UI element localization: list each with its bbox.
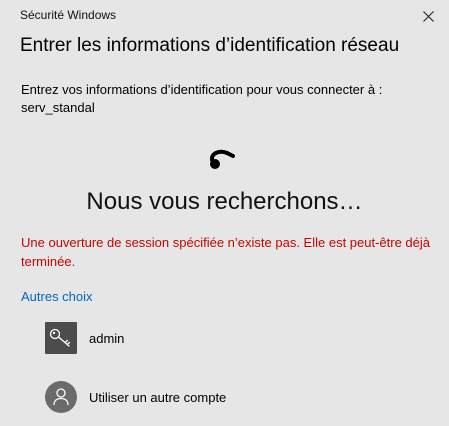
dialog-heading: Entrer les informations d’identification… [20, 35, 400, 56]
connection-prompt: Entrez vos informations d’identification… [21, 82, 383, 115]
account-option-admin[interactable]: admin [45, 321, 124, 355]
more-choices-link[interactable]: Autres choix [21, 289, 93, 304]
person-icon [45, 381, 77, 413]
key-icon [45, 322, 77, 354]
close-icon [422, 10, 434, 22]
account-label: Utiliser un autre compte [89, 389, 227, 405]
loading-spinner-icon [209, 149, 235, 169]
close-button[interactable] [417, 6, 439, 26]
status-text: Nous vous recherchons… [86, 188, 363, 215]
window-title: Sécurité Windows [20, 8, 117, 22]
account-option-other[interactable]: Utiliser un autre compte [45, 380, 226, 414]
account-label: admin [89, 330, 125, 346]
credential-dialog: Sécurité Windows Entrer les informations… [0, 0, 449, 426]
error-message: Une ouverture de session spécifiée n’exi… [21, 235, 431, 269]
